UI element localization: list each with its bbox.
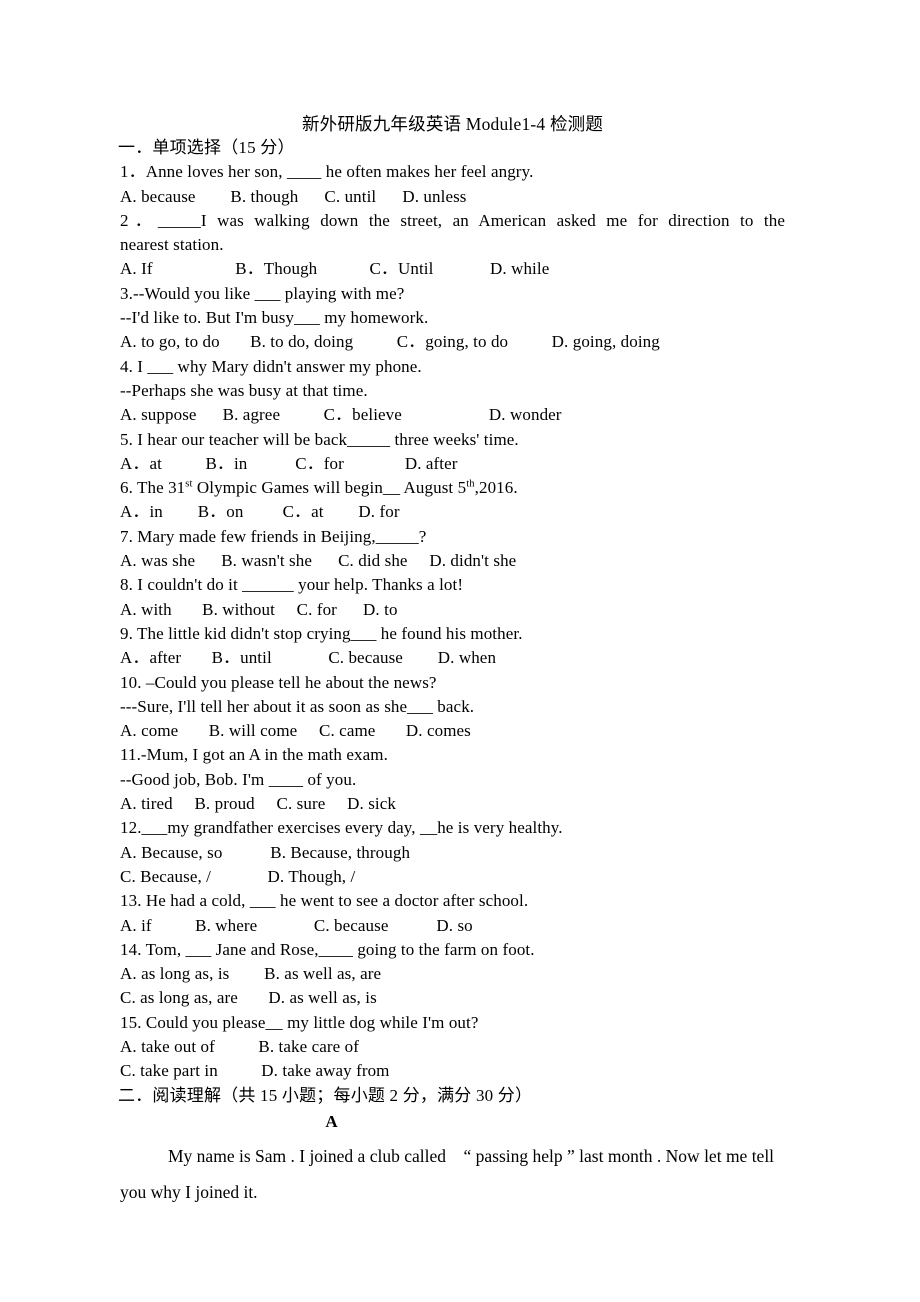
question-options: A. If B．Though C．Until D. while	[120, 259, 550, 279]
question-stem-continuation: --I'd like to. But I'm busy___ my homewo…	[120, 308, 429, 328]
section-heading-two: 二．阅读理解（共 15 小题；每小题 2 分，满分 30 分）	[118, 1085, 533, 1105]
page-title: 新外研版九年级英语 Module1-4 检测题	[301, 114, 604, 134]
document-body: 新外研版九年级英语 Module1-4 检测题 一．单项选择（15 分） 1．A…	[118, 0, 785, 1210]
question-stem: 1．Anne loves her son, ____ he often make…	[120, 162, 534, 182]
question-stem-continuation: nearest station.	[120, 235, 224, 255]
question-stem: 11.-Mum, I got an A in the math exam.	[120, 745, 388, 765]
question-options: A. Because, so B. Because, through	[120, 842, 411, 862]
question-stem: 9. The little kid didn't stop crying___ …	[120, 623, 523, 643]
question-options: A. with B. without C. for D. to	[120, 599, 398, 619]
question-options: A. come B. will come C. came D. comes	[120, 721, 471, 741]
question-stem: 13. He had a cold, ___ he went to see a …	[120, 891, 529, 911]
question-stem: 5. I hear our teacher will be back_____ …	[120, 429, 519, 449]
question-stem-continuation: --Good job, Bob. I'm ____ of you.	[120, 769, 357, 789]
question-stem: 6. The 31st Olympic Games will begin__ A…	[120, 478, 518, 498]
question-stem: 3.--Would you like ___ playing with me?	[120, 283, 405, 303]
question-options: A. to go, to do B. to do, doing C．going,…	[120, 332, 660, 352]
question-options: A．after B．until C. because D. when	[120, 648, 497, 668]
question-options-second-row: C. as long as, are D. as well as, is	[120, 988, 377, 1008]
question-stem: 4. I ___ why Mary didn't answer my phone…	[120, 356, 422, 376]
passage-label: A	[325, 1111, 338, 1131]
reading-passage: My name is Sam . I joined a club called …	[120, 1138, 785, 1210]
question-options: A. because B. though C. until D. unless	[120, 186, 467, 206]
question-options: A. as long as, is B. as well as, are	[120, 964, 382, 984]
question-options: A. was she B. wasn't she C. did she D. d…	[120, 551, 517, 571]
question-stem: 8. I couldn't do it ______ your help. Th…	[120, 575, 464, 595]
question-options-second-row: C. take part in D. take away from	[120, 1061, 390, 1081]
question-stem: 2．_____I was walking down the street, an…	[120, 210, 785, 230]
question-stem: 7. Mary made few friends in Beijing,____…	[120, 526, 427, 546]
question-options: A. suppose B. agree C．believe D. wonder	[120, 405, 562, 425]
passage-paragraph: My name is Sam . I joined a club called …	[120, 1146, 779, 1203]
question-options: A．in B．on C．at D. for	[120, 502, 400, 522]
question-stem: 14. Tom, ___ Jane and Rose,____ going to…	[120, 939, 535, 959]
question-stem-continuation: --Perhaps she was busy at that time.	[120, 380, 368, 400]
question-options: A. tired B. proud C. sure D. sick	[120, 794, 397, 814]
question-options: A. if B. where C. because D. so	[120, 915, 473, 935]
question-stem: 15. Could you please__ my little dog whi…	[120, 1012, 479, 1032]
question-options-second-row: C. Because, / D. Though, /	[120, 866, 356, 886]
question-stem: 12.___my grandfather exercises every day…	[120, 818, 563, 838]
question-options: A. take out of B. take care of	[120, 1036, 359, 1056]
question-stem: 10. –Could you please tell he about the …	[120, 672, 437, 692]
section-heading-one: 一．单项选择（15 分）	[118, 138, 295, 157]
question-stem-continuation: ---Sure, I'll tell her about it as soon …	[120, 696, 475, 716]
exam-paper-page: 新外研版九年级英语 Module1-4 检测题 一．单项选择（15 分） 1．A…	[0, 0, 920, 1302]
question-options: A．at B．in C．for D. after	[120, 453, 458, 473]
